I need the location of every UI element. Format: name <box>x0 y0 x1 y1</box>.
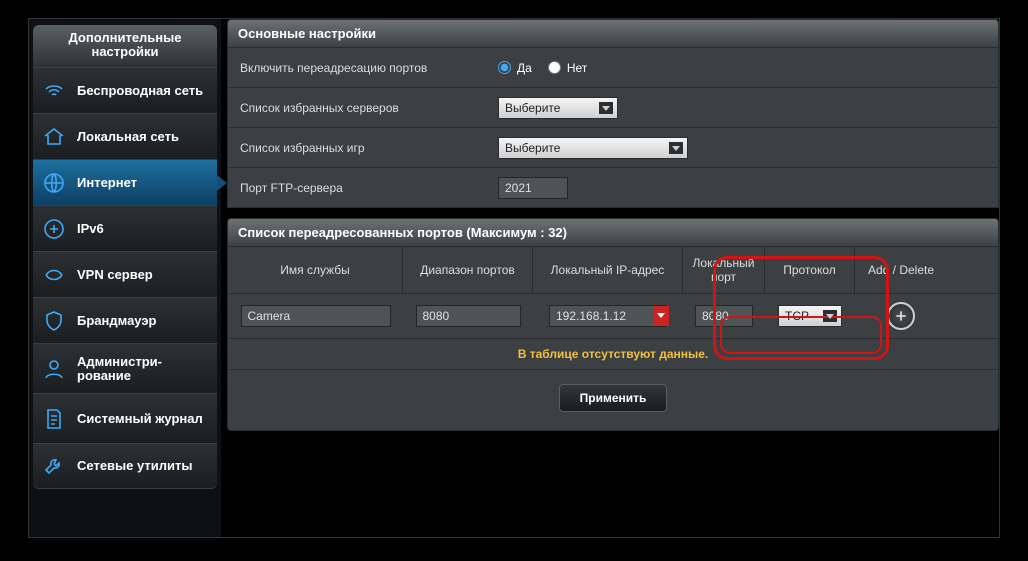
sidebar-item-vpn[interactable]: VPN сервер <box>33 251 217 297</box>
vpn-icon <box>41 262 67 288</box>
radio-no[interactable] <box>548 61 561 74</box>
sidebar-item-lan[interactable]: Локальная сеть <box>33 113 217 159</box>
port-table-header: Имя службы Диапазон портов Локальный IP-… <box>227 247 999 294</box>
th-local-port: Локальный порт <box>683 247 765 293</box>
sidebar-item-internet[interactable]: Интернет <box>33 159 217 205</box>
apply-section: Применить <box>227 370 999 431</box>
input-local-port[interactable] <box>695 305 753 327</box>
wrench-icon <box>41 453 67 479</box>
sidebar-item-label: Системный журнал <box>77 412 203 426</box>
row-enable-fwd: Включить переадресацию портов Да Нет <box>227 48 999 88</box>
select-fav-servers-value: Выберите <box>505 101 560 115</box>
sidebar-title: Дополнительные настройки <box>33 25 217 67</box>
th-service: Имя службы <box>228 247 403 293</box>
label-fav-servers: Список избранных серверов <box>228 101 498 115</box>
house-icon <box>41 124 67 150</box>
select-proto-value: TCP <box>785 309 809 323</box>
sidebar-item-label: Администри- рование <box>77 355 162 383</box>
sidebar-item-nettools[interactable]: Сетевые утилиты <box>33 443 217 489</box>
radio-yes-label: Да <box>517 61 532 75</box>
label-ftp-port: Порт FTP-сервера <box>228 181 498 195</box>
input-local-ip[interactable] <box>549 305 667 327</box>
sidebar-item-label: Брандмауэр <box>77 314 156 328</box>
section-title-ports: Список переадресованных портов (Максимум… <box>227 218 999 247</box>
sidebar-item-label: Локальная сеть <box>77 130 179 144</box>
sidebar-item-syslog[interactable]: Системный журнал <box>33 393 217 443</box>
th-local-ip: Локальный IP-адрес <box>533 247 683 293</box>
log-icon <box>41 406 67 432</box>
radio-no-label: Нет <box>567 61 587 75</box>
label-fav-games: Список избранных игр <box>228 141 498 155</box>
sidebar-item-firewall[interactable]: Брандмауэр <box>33 297 217 343</box>
input-range[interactable] <box>416 305 521 327</box>
sidebar-item-wireless[interactable]: Беспроводная сеть <box>33 67 217 113</box>
main-panel: Основные настройки Включить переадресаци… <box>221 19 999 537</box>
globe-icon <box>41 170 67 196</box>
row-ftp-port: Порт FTP-сервера <box>227 168 999 208</box>
sidebar-item-label: IPv6 <box>77 222 104 236</box>
label-enable-fwd: Включить переадресацию портов <box>228 61 498 75</box>
input-service[interactable] <box>241 305 391 327</box>
sidebar-item-label: Беспроводная сеть <box>77 84 203 98</box>
section-title-basic: Основные настройки <box>227 19 999 48</box>
th-add-delete: Add / Delete <box>855 247 947 293</box>
sidebar-item-label: Сетевые утилиты <box>77 459 192 473</box>
sidebar-item-label: Интернет <box>77 176 137 190</box>
plus-icon <box>893 308 909 324</box>
radio-yes[interactable] <box>498 61 511 74</box>
port-table-input-row: TCP <box>227 294 999 339</box>
ip-dropdown-icon[interactable] <box>653 306 669 326</box>
select-fav-games[interactable]: Выберите <box>498 137 688 159</box>
wifi-icon <box>41 78 67 104</box>
select-proto[interactable]: TCP <box>778 305 842 327</box>
select-fav-games-value: Выберите <box>505 141 560 155</box>
apply-button[interactable]: Применить <box>559 384 668 412</box>
empty-table-message: В таблице отсутствуют данные. <box>227 339 999 370</box>
select-fav-servers[interactable]: Выберите <box>498 97 618 119</box>
row-fav-games: Список избранных игр Выберите <box>227 128 999 168</box>
sidebar-item-ipv6[interactable]: IPv6 <box>33 205 217 251</box>
row-fav-servers: Список избранных серверов Выберите <box>227 88 999 128</box>
th-proto: Протокол <box>765 247 855 293</box>
add-button[interactable] <box>887 302 915 330</box>
shield-icon <box>41 308 67 334</box>
sidebar: Дополнительные настройки Беспроводная се… <box>29 19 221 537</box>
th-range: Диапазон портов <box>403 247 533 293</box>
ipv6-icon <box>41 216 67 242</box>
sidebar-item-label: VPN сервер <box>77 268 153 282</box>
user-icon <box>41 356 67 382</box>
sidebar-item-admin[interactable]: Администри- рование <box>33 343 217 393</box>
input-ftp-port[interactable] <box>498 177 568 199</box>
